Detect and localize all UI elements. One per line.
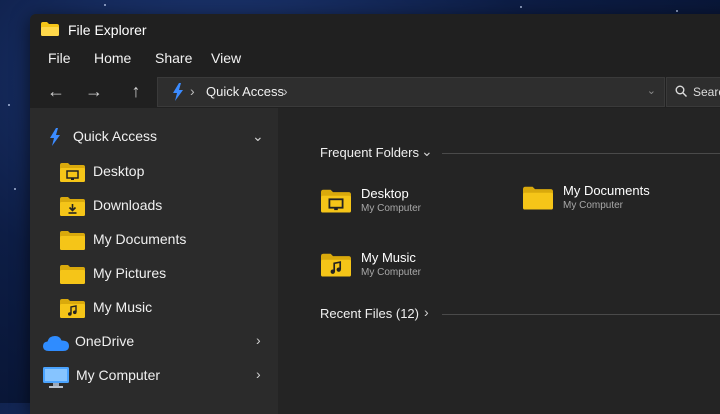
folder-icon xyxy=(41,22,59,36)
search-placeholder: Search xyxy=(693,85,720,99)
folder-location: My Computer xyxy=(563,200,624,211)
content-pane: Frequent Folders ⌄ Desktop My Computer M… xyxy=(278,108,720,414)
menu-view[interactable]: View xyxy=(211,50,241,66)
music-folder-icon xyxy=(60,299,85,318)
frequent-folders-heading[interactable]: Frequent Folders xyxy=(320,145,419,160)
recent-files-heading[interactable]: Recent Files (12) xyxy=(320,306,419,321)
star xyxy=(676,10,678,12)
star xyxy=(104,4,106,6)
lightning-bolt-icon xyxy=(173,83,183,101)
search-box[interactable]: Search xyxy=(666,77,720,107)
folder-icon xyxy=(523,186,553,210)
chevron-right-icon[interactable]: › xyxy=(256,332,261,348)
title-bar: File Explorer xyxy=(30,14,720,46)
folder-tile-my-music[interactable]: My Music My Computer xyxy=(321,250,481,286)
sidebar-item-my-documents[interactable]: My Documents xyxy=(30,224,278,256)
star xyxy=(520,6,522,8)
chevron-down-icon[interactable]: ⌄ xyxy=(252,128,264,145)
navigation-bar: ← → ↑ › Quick Access › ⌄ Search xyxy=(30,74,720,108)
forward-arrow-icon[interactable]: → xyxy=(83,80,105,102)
folder-location: My Computer xyxy=(361,203,422,214)
chevron-right-icon: › xyxy=(283,83,288,99)
lightning-bolt-icon xyxy=(50,128,60,146)
folder-tile-desktop[interactable]: Desktop My Computer xyxy=(321,186,481,222)
address-bar[interactable]: › Quick Access › ⌄ xyxy=(157,77,665,107)
divider xyxy=(442,153,720,154)
file-explorer-window: File Explorer File Home Share View ← → ↑… xyxy=(30,14,720,414)
downloads-folder-icon xyxy=(60,197,85,216)
star xyxy=(8,104,10,106)
sidebar-label: My Documents xyxy=(93,231,187,247)
chevron-right-icon: › xyxy=(190,83,195,99)
chevron-down-icon[interactable]: ⌄ xyxy=(647,84,656,97)
cloud-icon xyxy=(43,336,69,351)
sidebar-label: Quick Access xyxy=(73,128,158,144)
sidebar-item-desktop[interactable]: Desktop xyxy=(30,156,278,188)
music-folder-icon xyxy=(321,253,351,277)
search-icon xyxy=(675,85,687,97)
sidebar-label: Downloads xyxy=(93,197,163,213)
folder-name: Desktop xyxy=(361,186,409,201)
menu-bar: File Home Share View xyxy=(30,46,720,74)
sidebar-item-quick-access[interactable]: Quick Access ⌄ xyxy=(30,121,278,153)
chevron-down-icon[interactable]: ⌄ xyxy=(421,143,433,160)
sidebar-label: My Pictures xyxy=(93,265,167,281)
folder-icon xyxy=(60,265,85,284)
navigation-pane: Quick Access ⌄ Desktop Downloads My Docu… xyxy=(30,108,278,414)
desktop-folder-icon xyxy=(60,163,85,182)
sidebar-item-my-computer[interactable]: My Computer › xyxy=(30,360,278,392)
sidebar-item-onedrive[interactable]: OneDrive › xyxy=(30,326,278,358)
sidebar-item-my-music[interactable]: My Music xyxy=(30,292,278,324)
menu-file[interactable]: File xyxy=(48,50,71,66)
star xyxy=(14,188,16,190)
menu-home[interactable]: Home xyxy=(94,50,131,66)
folder-tile-my-documents[interactable]: My Documents My Computer xyxy=(523,183,693,219)
monitor-icon xyxy=(43,367,69,388)
desktop-folder-icon xyxy=(321,189,351,213)
sidebar-label: My Computer xyxy=(76,367,161,383)
address-path: Quick Access xyxy=(206,84,285,99)
back-arrow-icon[interactable]: ← xyxy=(45,80,67,102)
folder-location: My Computer xyxy=(361,267,422,278)
window-title: File Explorer xyxy=(68,22,147,38)
folder-name: My Music xyxy=(361,250,416,265)
menu-share[interactable]: Share xyxy=(155,50,192,66)
folder-name: My Documents xyxy=(563,183,650,198)
sidebar-label: My Music xyxy=(93,299,153,315)
chevron-right-icon[interactable]: › xyxy=(256,366,261,382)
sidebar-item-downloads[interactable]: Downloads xyxy=(30,190,278,222)
sidebar-label: Desktop xyxy=(93,163,145,179)
sidebar-item-my-pictures[interactable]: My Pictures xyxy=(30,258,278,290)
up-arrow-icon[interactable]: ↑ xyxy=(125,80,147,102)
divider xyxy=(442,314,720,315)
sidebar-label: OneDrive xyxy=(75,333,135,349)
folder-icon xyxy=(60,231,85,250)
chevron-right-icon[interactable]: › xyxy=(424,304,429,320)
